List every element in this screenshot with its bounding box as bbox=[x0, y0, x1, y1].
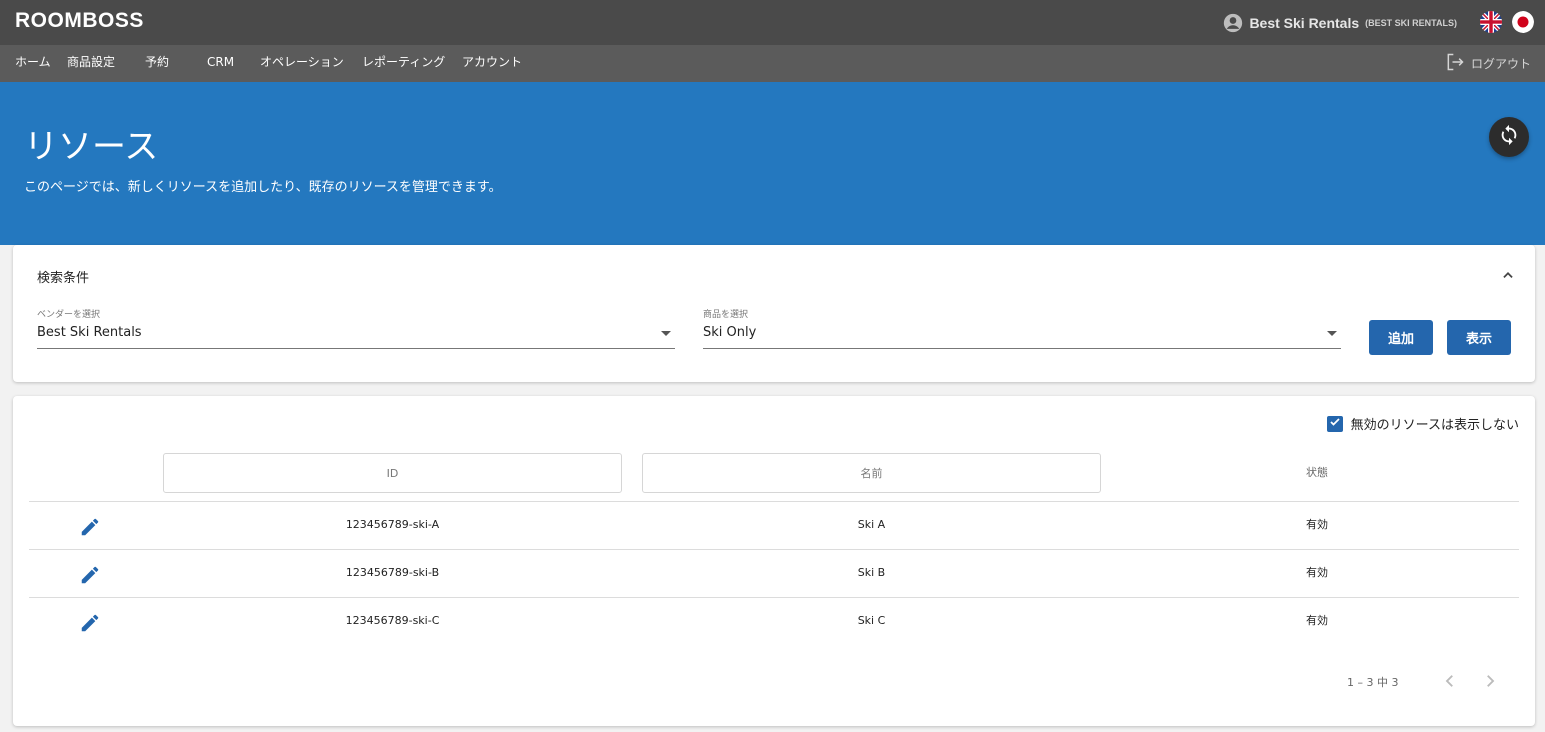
resource-status: 有効 bbox=[1306, 518, 1328, 531]
nav-item-operations[interactable]: オペレーション bbox=[260, 45, 344, 82]
logout-icon bbox=[1445, 52, 1465, 75]
refresh-button[interactable] bbox=[1489, 117, 1529, 157]
top-bar: ROOMBOSS Best Ski Rentals (BEST SKI RENT… bbox=[0, 0, 1545, 45]
app-logo[interactable]: ROOMBOSS bbox=[15, 9, 144, 33]
resource-name: Ski A bbox=[857, 518, 886, 531]
add-button[interactable]: 追加 bbox=[1369, 320, 1433, 355]
status-column-header[interactable]: 状態 bbox=[1121, 453, 1513, 493]
edit-button[interactable] bbox=[79, 564, 101, 589]
nav-item-crm[interactable]: CRM bbox=[207, 45, 234, 82]
vendor-select[interactable]: ベンダーを選択 Best Ski Rentals bbox=[37, 307, 675, 349]
user-info[interactable]: Best Ski Rentals (BEST SKI RENTALS) bbox=[1223, 0, 1457, 45]
hide-inactive-checkbox[interactable]: 無効のリソースは表示しない bbox=[1326, 414, 1519, 433]
pagination-range: 1 – 3 中 3 bbox=[1347, 676, 1399, 689]
resource-id: 123456789-ski-A bbox=[345, 518, 440, 531]
table-row: 123456789-ski-C Ski C 有効 bbox=[29, 597, 1519, 645]
chevron-up-icon bbox=[1501, 267, 1515, 286]
table-row: 123456789-ski-B Ski B 有効 bbox=[29, 549, 1519, 597]
pencil-icon bbox=[79, 566, 101, 589]
user-name: Best Ski Rentals bbox=[1249, 14, 1360, 31]
chevron-left-icon bbox=[1441, 675, 1459, 694]
pencil-icon bbox=[79, 614, 101, 637]
page-subtitle: このページでは、新しくリソースを追加したり、既存のリソースを管理できます。 bbox=[24, 180, 502, 195]
logout-label: ログアウト bbox=[1470, 57, 1531, 71]
dropdown-caret-icon bbox=[1327, 331, 1337, 336]
resource-table-panel: 無効のリソースは表示しない ID 名前 状態 123456789-ski-A S… bbox=[13, 396, 1535, 726]
checkbox-box bbox=[1326, 415, 1343, 432]
nav-item-home[interactable]: ホーム bbox=[15, 45, 51, 82]
hide-inactive-label: 無効のリソースは表示しない bbox=[1350, 418, 1519, 433]
main-nav: ホーム 商品設定 予約 CRM オペレーション レポーティング アカウント ログ… bbox=[0, 45, 1545, 82]
product-select[interactable]: 商品を選択 Ski Only bbox=[703, 307, 1341, 349]
resource-status: 有効 bbox=[1306, 614, 1328, 627]
logout-button[interactable]: ログアウト bbox=[1445, 45, 1531, 82]
japan-flag-icon[interactable] bbox=[1512, 11, 1534, 33]
id-filter-input[interactable]: ID bbox=[163, 453, 622, 493]
vendor-select-label: ベンダーを選択 bbox=[37, 310, 101, 320]
page-title: リソース bbox=[24, 127, 159, 167]
dropdown-caret-icon bbox=[661, 331, 671, 336]
collapse-button[interactable] bbox=[1501, 267, 1515, 286]
chevron-right-icon bbox=[1481, 675, 1499, 694]
nav-item-account[interactable]: アカウント bbox=[462, 45, 522, 82]
search-panel-title: 検索条件 bbox=[37, 271, 90, 286]
previous-page-button[interactable] bbox=[1441, 672, 1459, 694]
resource-id: 123456789-ski-B bbox=[345, 566, 440, 579]
account-circle-icon bbox=[1223, 13, 1243, 33]
product-select-value: Ski Only bbox=[703, 325, 757, 340]
edit-button[interactable] bbox=[79, 612, 101, 637]
refresh-icon bbox=[1498, 124, 1520, 150]
nav-item-reporting[interactable]: レポーティング bbox=[362, 45, 445, 82]
pencil-icon bbox=[79, 518, 101, 541]
resource-name: Ski C bbox=[857, 614, 886, 627]
table-row: 123456789-ski-A Ski A 有効 bbox=[29, 501, 1519, 549]
page-banner: リソース このページでは、新しくリソースを追加したり、既存のリソースを管理できま… bbox=[0, 82, 1545, 245]
nav-item-products[interactable]: 商品設定 bbox=[67, 45, 115, 82]
nav-item-reservations[interactable]: 予約 bbox=[145, 45, 169, 82]
uk-flag-icon[interactable] bbox=[1480, 11, 1502, 33]
edit-button[interactable] bbox=[79, 516, 101, 541]
resource-id: 123456789-ski-C bbox=[345, 614, 440, 627]
resource-status: 有効 bbox=[1306, 566, 1328, 579]
check-icon bbox=[1329, 416, 1341, 432]
next-page-button[interactable] bbox=[1481, 672, 1499, 694]
user-vendor: (BEST SKI RENTALS) bbox=[1365, 17, 1457, 28]
vendor-select-value: Best Ski Rentals bbox=[37, 325, 142, 340]
name-filter-input[interactable]: 名前 bbox=[642, 453, 1101, 493]
search-panel: 検索条件 ベンダーを選択 Best Ski Rentals 商品を選択 Ski … bbox=[13, 245, 1535, 382]
product-select-label: 商品を選択 bbox=[703, 310, 749, 320]
show-button[interactable]: 表示 bbox=[1447, 320, 1511, 355]
resource-name: Ski B bbox=[857, 566, 886, 579]
